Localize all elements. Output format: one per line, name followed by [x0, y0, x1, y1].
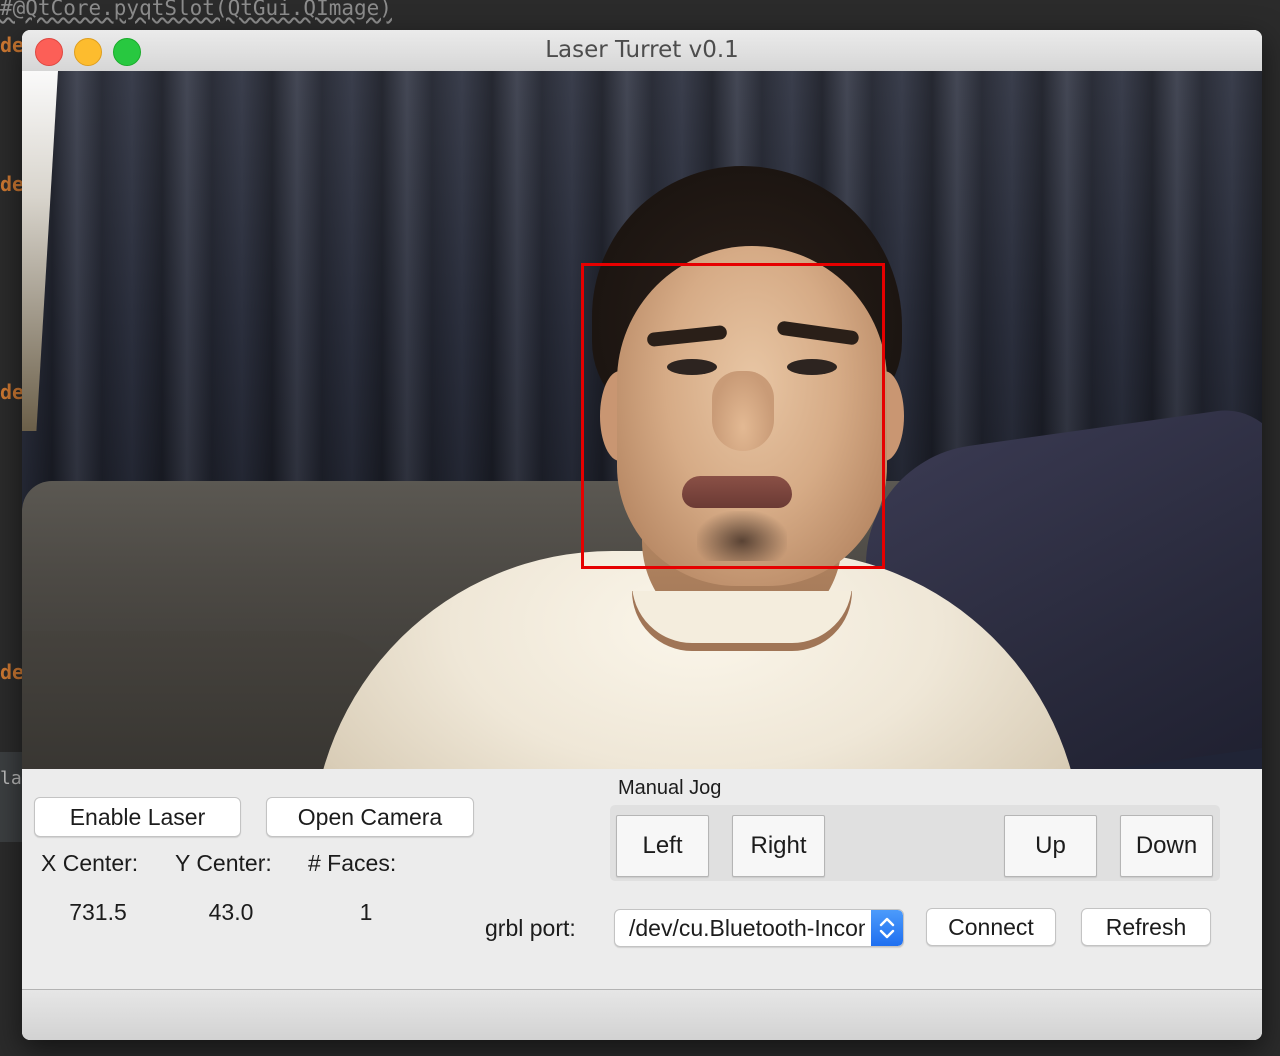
refresh-button[interactable]: Refresh — [1081, 908, 1211, 946]
grbl-port-value: /dev/cu.Bluetooth-Incoming-Port — [629, 915, 865, 941]
enable-laser-button[interactable]: Enable Laser — [34, 797, 241, 837]
jog-up-button[interactable]: Up — [1004, 815, 1097, 877]
connect-button[interactable]: Connect — [926, 908, 1056, 946]
status-bar — [22, 989, 1262, 1040]
editor-code-line: #@QtCore.pyqtSlot(QtGui.QImage) — [0, 0, 392, 20]
y-center-label: Y Center: — [175, 850, 272, 876]
y-center-value: 43.0 — [208, 899, 254, 925]
control-panel: Enable Laser Open Camera X Center: Y Cen… — [22, 769, 1262, 989]
editor-keyword: de — [0, 172, 25, 196]
shirt-collar — [632, 591, 852, 651]
faces-label: # Faces: — [308, 850, 397, 876]
jog-down-button[interactable]: Down — [1120, 815, 1213, 877]
app-window: Laser Turret v0.1 Enable Laser Open Came… — [22, 30, 1262, 1040]
faces-value: 1 — [359, 899, 373, 925]
jog-left-button[interactable]: Left — [616, 815, 709, 877]
grbl-port-label: grbl port: — [485, 915, 576, 941]
editor-keyword: de — [0, 33, 25, 57]
x-center-label: X Center: — [41, 850, 139, 876]
camera-feed — [22, 71, 1262, 769]
editor-keyword: de — [0, 380, 25, 404]
chevron-updown-icon — [879, 917, 895, 939]
window-title: Laser Turret v0.1 — [545, 37, 739, 63]
open-camera-button[interactable]: Open Camera — [266, 797, 474, 837]
x-center-value: 731.5 — [69, 899, 127, 925]
manual-jog-title: Manual Jog — [618, 777, 722, 799]
grbl-port-select[interactable]: /dev/cu.Bluetooth-Incoming-Port — [614, 909, 904, 947]
jog-right-button[interactable]: Right — [732, 815, 825, 877]
title-bar[interactable]: Laser Turret v0.1 — [22, 30, 1262, 72]
editor-keyword: de — [0, 660, 25, 684]
select-arrows-icon[interactable] — [871, 910, 903, 946]
face-detection-box — [581, 263, 885, 569]
